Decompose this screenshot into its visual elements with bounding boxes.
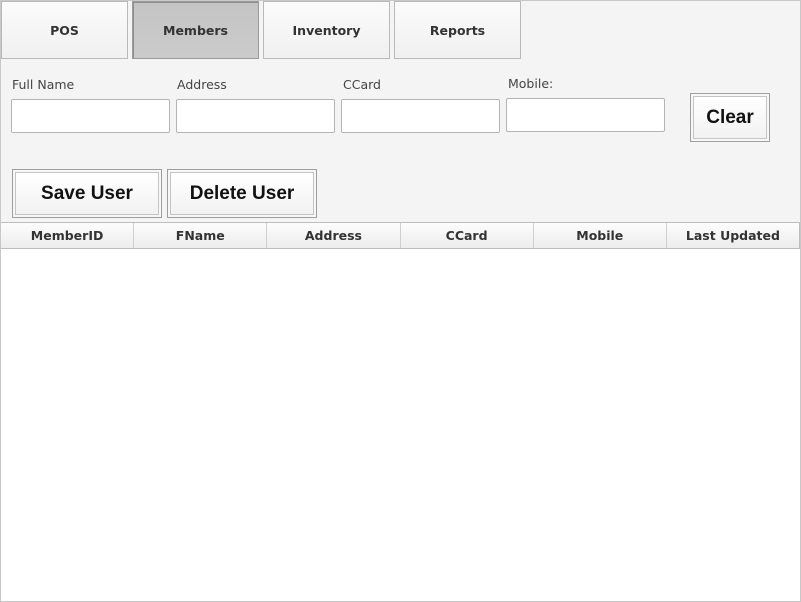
- column-header-fname[interactable]: FName: [134, 223, 268, 248]
- tab-inventory[interactable]: Inventory: [263, 1, 390, 59]
- clear-button-label: Clear: [706, 106, 754, 128]
- ccard-label: CCard: [343, 77, 381, 92]
- tab-members-label: Members: [163, 22, 228, 38]
- tab-reports-label: Reports: [429, 22, 486, 38]
- save-user-button[interactable]: Save User: [12, 169, 162, 218]
- table-header: MemberID FName Address CCard Mobile Last…: [1, 223, 801, 249]
- tab-inventory-label: Inventory: [292, 22, 361, 38]
- tab-pos-label: POS: [50, 22, 79, 38]
- tab-pos[interactable]: POS: [1, 1, 128, 59]
- delete-user-button-label: Delete User: [189, 182, 295, 204]
- members-table[interactable]: MemberID FName Address CCard Mobile Last…: [1, 222, 801, 601]
- delete-user-button[interactable]: Delete User: [167, 169, 317, 218]
- full-name-label: Full Name: [12, 77, 75, 92]
- column-header-mobile[interactable]: Mobile: [534, 223, 667, 248]
- mobile-field[interactable]: [506, 98, 665, 132]
- column-header-last-updated[interactable]: Last Updated: [667, 223, 801, 248]
- column-header-memberid[interactable]: MemberID: [1, 223, 135, 248]
- table-body[interactable]: [1, 249, 800, 601]
- tab-reports[interactable]: Reports: [394, 1, 521, 59]
- save-user-button-label: Save User: [41, 182, 133, 204]
- address-field[interactable]: [176, 99, 335, 133]
- mobile-label: Mobile:: [508, 76, 554, 91]
- tab-members[interactable]: Members: [132, 1, 259, 59]
- address-label: Address: [177, 77, 227, 92]
- ccard-field[interactable]: [341, 99, 500, 133]
- clear-button[interactable]: Clear: [690, 93, 770, 142]
- full-name-field[interactable]: [11, 99, 170, 133]
- column-header-ccard[interactable]: CCard: [401, 223, 534, 248]
- column-header-address[interactable]: Address: [267, 223, 401, 248]
